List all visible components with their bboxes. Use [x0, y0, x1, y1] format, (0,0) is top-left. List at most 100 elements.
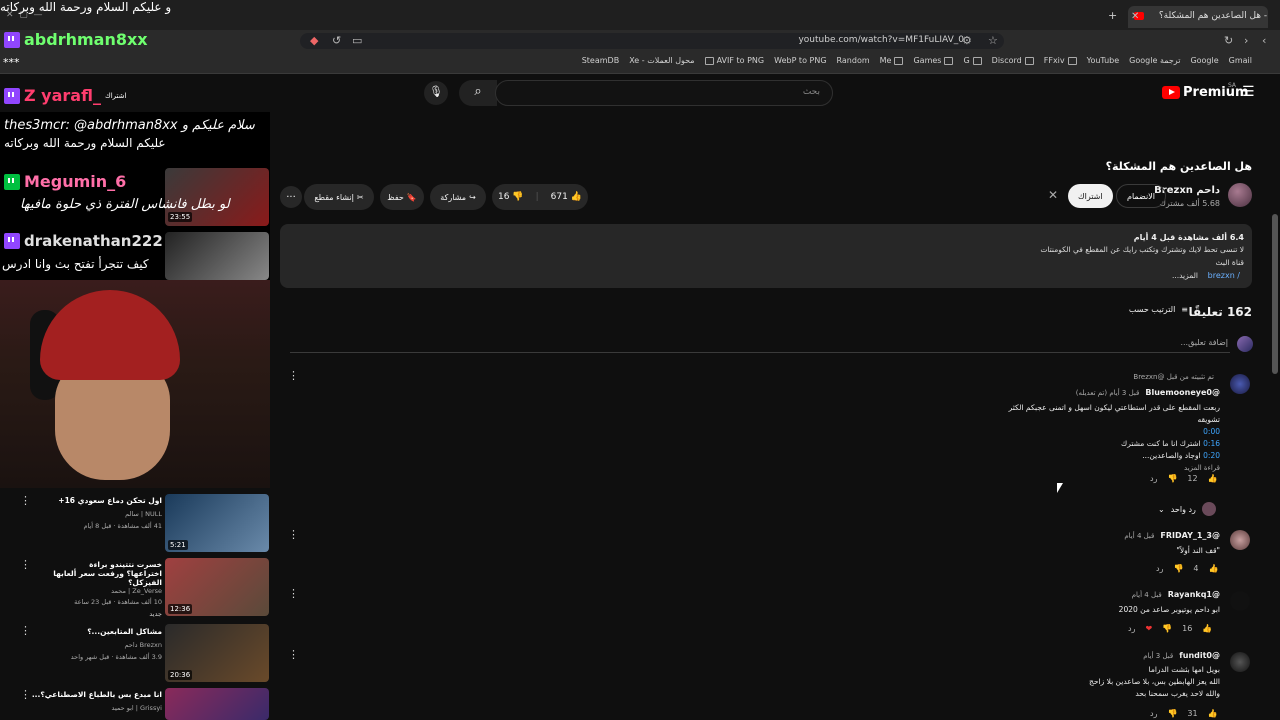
refresh-alt-icon[interactable]: ↺: [332, 34, 341, 47]
video-channel[interactable]: Ze_Verse | محمد: [111, 587, 162, 595]
thumbs-down-icon[interactable]: 👎: [1167, 709, 1177, 718]
creator-heart-icon: ❤: [1145, 624, 1153, 633]
comment-author[interactable]: @FRIDAY_1_3: [1160, 531, 1220, 540]
channel-avatar[interactable]: [1228, 183, 1252, 207]
comment-input-underline: [290, 352, 1230, 353]
thumbs-up-icon[interactable]: 👍: [1202, 624, 1212, 633]
bookmark-item[interactable]: WebP to PNG: [774, 56, 826, 65]
bookmark-item[interactable]: Google: [1190, 56, 1218, 65]
forward-icon[interactable]: ›: [1244, 34, 1248, 47]
back-icon[interactable]: ‹: [1262, 34, 1266, 47]
read-more-link[interactable]: قراءة المزيد: [1009, 462, 1220, 474]
video-menu-icon[interactable]: ⋮: [20, 624, 31, 637]
show-more-link[interactable]: ...المزيد: [1172, 271, 1198, 280]
thumbs-up-icon[interactable]: 👍: [1208, 474, 1218, 483]
timestamp-link[interactable]: 0:20: [1203, 451, 1220, 460]
bookmark-item[interactable]: Games: [913, 56, 954, 65]
save-button[interactable]: حفظ 🔖: [380, 184, 424, 210]
thumbs-up-icon[interactable]: 👍: [1209, 564, 1219, 573]
thumbs-down-icon[interactable]: 👎: [1167, 474, 1177, 483]
video-title[interactable]: مشاكل المتابعين...؟: [87, 627, 162, 636]
reply-button[interactable]: رد: [1128, 624, 1135, 633]
reply-button[interactable]: رد: [1150, 709, 1157, 718]
reply-button[interactable]: رد: [1150, 474, 1157, 483]
new-tab-button[interactable]: +: [1108, 9, 1117, 22]
search-input[interactable]: بحث: [495, 80, 833, 106]
comment-time: قبل 3 أيام (تم تعديله): [1075, 388, 1140, 397]
brave-shield-icon[interactable]: ◆: [310, 34, 318, 47]
bookmark-item[interactable]: AVIF to PNG: [704, 56, 764, 65]
video-menu-icon[interactable]: ⋮: [20, 558, 31, 571]
video-channel[interactable]: Grissyi | ابو حميد: [112, 704, 162, 712]
tab-close-icon[interactable]: ✕: [1131, 11, 1139, 22]
dismiss-icon[interactable]: ✕: [1048, 188, 1058, 202]
thumbs-down-icon[interactable]: 👎: [1173, 564, 1183, 573]
hamburger-menu-icon[interactable]: ☰: [1242, 84, 1255, 100]
chat-message: عليكم السلام ورحمة الله وبركاته: [4, 136, 166, 150]
video-duration: 12:36: [168, 604, 193, 614]
bookmark-item[interactable]: YouTube: [1087, 56, 1120, 65]
video-menu-icon[interactable]: ⋮: [20, 688, 31, 701]
subscribe-button[interactable]: اشتراك: [1068, 184, 1113, 208]
join-button[interactable]: الانضمام: [1116, 184, 1166, 208]
comment-menu-icon[interactable]: ⋮: [288, 369, 299, 382]
bookmark-item[interactable]: SteamDB: [582, 56, 619, 65]
description-link[interactable]: brezxn /: [1208, 271, 1240, 280]
comment-avatar[interactable]: [1230, 530, 1250, 550]
comment-header: @Rayankq1 قبل 4 أيام: [1132, 590, 1220, 599]
comment-avatar[interactable]: [1230, 591, 1250, 611]
reply-button[interactable]: رد: [1156, 564, 1163, 573]
add-comment-input[interactable]: إضافة تعليق...: [1180, 338, 1228, 347]
bookmark-item[interactable]: Google ترجمة: [1129, 56, 1180, 65]
comment-menu-icon[interactable]: ⋮: [288, 587, 299, 600]
video-channel[interactable]: Brezxn داحم: [125, 641, 163, 649]
bookmark-star-icon[interactable]: ☆: [988, 34, 998, 47]
timestamp-link[interactable]: 0:16: [1203, 439, 1220, 448]
comment-actions: رد 👎 4 👍: [1156, 564, 1218, 573]
scrollbar[interactable]: [1272, 214, 1278, 374]
dislike-button[interactable]: 16 👎: [498, 192, 524, 202]
clip-button[interactable]: إنشاء مقطع ✂: [304, 184, 374, 210]
thumbs-down-icon[interactable]: 👎: [1162, 624, 1172, 633]
video-title[interactable]: خسرت نتتيندو براءة اختراعها؟ ورفعت سعر أ…: [52, 560, 162, 587]
screen-icon[interactable]: ▭: [352, 34, 362, 47]
search-icon[interactable]: ⌕: [459, 80, 497, 106]
comment-avatar[interactable]: [1230, 652, 1250, 672]
sort-comments-button[interactable]: الترتيب حسب ≡: [1129, 305, 1188, 314]
bookmark-item[interactable]: Gmail: [1229, 56, 1252, 65]
share-button[interactable]: مشاركة ↪: [430, 184, 486, 210]
comment-time: قبل 3 أيام: [1143, 651, 1174, 660]
bookmark-item[interactable]: Random: [837, 56, 870, 65]
address-bar[interactable]: youtube.com/watch?v=MF1FuLIAV_0: [300, 33, 1004, 49]
comment-menu-icon[interactable]: ⋮: [288, 528, 299, 541]
browser-tab-active[interactable]: هل الصاعدين هم المشكلة؟ - YouTube: [1128, 6, 1268, 28]
thumbs-up-icon[interactable]: 👍: [1208, 709, 1218, 718]
comment-author[interactable]: @Bluemooneye0: [1145, 388, 1220, 397]
bookmark-item[interactable]: Me: [880, 56, 904, 65]
video-menu-icon[interactable]: ⋮: [20, 494, 31, 507]
youtube-play-icon: [1162, 86, 1180, 99]
comment-avatar[interactable]: [1230, 374, 1250, 394]
video-channel[interactable]: NULL | سالم: [125, 510, 162, 518]
video-title[interactable]: اول تحكن دماع سعودي 16+: [58, 496, 162, 505]
bookmark-item[interactable]: G: [963, 56, 982, 65]
microphone-icon[interactable]: 🎙: [424, 81, 448, 105]
site-settings-icon[interactable]: ⚙: [962, 34, 972, 47]
video-title[interactable]: انا مبدع بس بالطباع الاصطناعي؟...: [32, 690, 162, 699]
description-box[interactable]: [280, 224, 1252, 288]
like-button[interactable]: 671 👍: [551, 192, 582, 202]
bookmark-item[interactable]: Discord: [992, 56, 1034, 65]
video-thumbnail[interactable]: [165, 232, 269, 280]
bookmark-item[interactable]: Xe - محول العملات: [629, 56, 694, 65]
bookmark-item[interactable]: FFxiv: [1044, 56, 1077, 65]
more-actions-button[interactable]: ...: [280, 186, 302, 208]
timestamp-link[interactable]: 0:00: [1203, 427, 1220, 436]
like-count: 31: [1187, 709, 1198, 718]
video-thumbnail[interactable]: [165, 688, 269, 720]
comment-author[interactable]: @fundit0: [1179, 651, 1220, 660]
comment-author[interactable]: @Rayankq1: [1168, 590, 1220, 599]
reload-icon[interactable]: ↻: [1224, 34, 1233, 47]
creator-avatar: [1201, 502, 1216, 516]
comment-menu-icon[interactable]: ⋮: [288, 648, 299, 661]
view-replies-button[interactable]: ⌄ رد واحد: [1158, 502, 1216, 516]
